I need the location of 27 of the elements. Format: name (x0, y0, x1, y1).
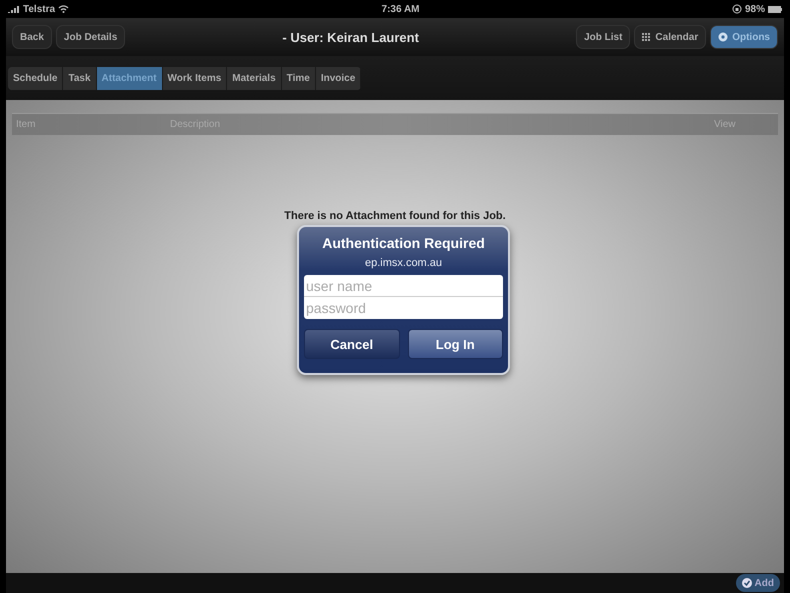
nav-button[interactable]: Job List (576, 25, 630, 49)
nav-button[interactable]: Back (12, 25, 52, 49)
wifi-icon (58, 5, 70, 13)
tab[interactable]: Time (282, 66, 316, 90)
dialog-button[interactable]: Cancel (304, 329, 400, 359)
input-field[interactable]: password (304, 297, 503, 319)
page-title: - User: Keiran Laurent (281, 30, 420, 44)
tab[interactable]: Work Items (162, 66, 228, 90)
tab[interactable]: Schedule (8, 66, 64, 90)
check-icon (742, 578, 752, 588)
add-button[interactable]: Add (736, 574, 780, 592)
nav-button[interactable]: Calendar (634, 25, 706, 49)
tab[interactable]: Task (63, 66, 97, 90)
signal-icon (8, 6, 20, 12)
tab[interactable]: Materials (227, 66, 282, 90)
carrier-name: Telstra (23, 4, 56, 14)
nav-button[interactable]: Job Details (56, 25, 126, 49)
tab[interactable]: Invoice (316, 66, 362, 90)
host-name: ep.imsx.com.au (364, 257, 442, 269)
battery-icon (768, 6, 782, 12)
empty-message: There is no Attachment found for this Job. (284, 210, 506, 222)
dialog-title: Authentication Required (322, 235, 485, 251)
clock: 7:36 AM (382, 4, 420, 14)
battery-percentage: 98% (744, 4, 765, 14)
input-field[interactable]: user name (304, 275, 503, 297)
dialog-button[interactable]: Log In (408, 329, 503, 359)
grid-icon (642, 32, 652, 42)
